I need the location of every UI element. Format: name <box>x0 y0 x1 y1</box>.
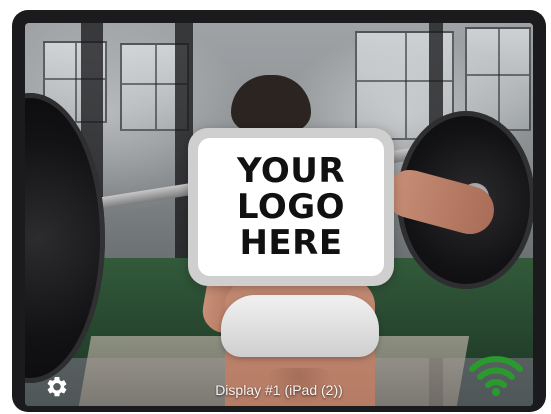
display-screen: YOUR LOGO HERE Display #1 (iPad (2)) <box>25 23 533 406</box>
display-label: Display #1 (iPad (2)) <box>215 382 343 398</box>
logo-placeholder: YOUR LOGO HERE <box>188 128 394 286</box>
logo-line-1: YOUR <box>236 151 346 191</box>
logo-placeholder-inner: YOUR LOGO HERE <box>198 138 384 276</box>
athlete-sports-bra <box>221 295 379 357</box>
ipad-device-frame: YOUR LOGO HERE Display #1 (iPad (2)) <box>12 10 546 412</box>
wifi-icon <box>469 356 523 396</box>
logo-line-3: HERE <box>239 223 343 263</box>
logo-line-2: LOGO <box>236 187 346 227</box>
